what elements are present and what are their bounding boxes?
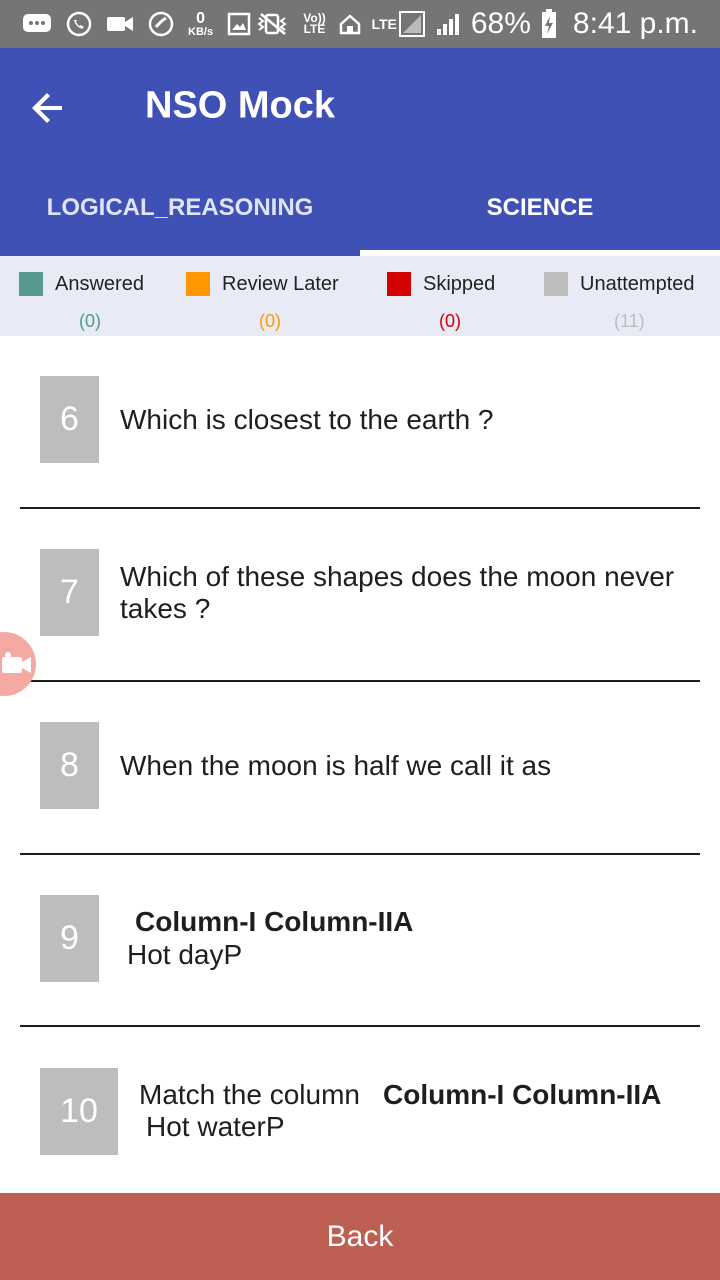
tab-science[interactable]: SCIENCE [360, 160, 720, 256]
question-text: Which is closest to the earth ? [120, 404, 494, 435]
question-text: Hot waterP [146, 1111, 285, 1142]
whatsapp-icon [66, 9, 92, 39]
gallery-icon [227, 9, 251, 39]
legend-skipped: Skipped [387, 272, 495, 296]
legend-label: Answered [55, 272, 144, 295]
volte-icon: Vo)) LTE [303, 11, 326, 36]
question-text: Which of these shapes does the moon neve… [120, 561, 675, 624]
review-later-count: (0) [259, 311, 281, 331]
question-item[interactable]: 9 Column-I Column-IIA Hot dayP [0, 855, 720, 1027]
review-later-swatch [186, 272, 210, 296]
question-number: 8 [40, 722, 99, 809]
video-camera-icon [2, 652, 31, 673]
back-button[interactable]: Back [0, 1193, 720, 1280]
legend-review-later: Review Later [186, 272, 339, 296]
question-number: 10 [40, 1068, 118, 1155]
legend-label: Unattempted [580, 272, 695, 295]
question-item[interactable]: 7 Which of these shapes does the moon ne… [0, 509, 720, 681]
battery-charging-icon [541, 9, 557, 39]
question-text: Match the column [139, 1079, 360, 1110]
answered-count: (0) [79, 311, 101, 331]
unattempted-count: (11) [614, 311, 645, 331]
battery-percent: 68% [470, 7, 531, 40]
legend-unattempted: Unattempted [544, 272, 695, 296]
home-signal-icon [339, 9, 361, 39]
page-title: NSO Mock [145, 84, 336, 127]
clock: 8:41 p.m. [572, 7, 698, 40]
skipped-count: (0) [439, 311, 461, 331]
question-text: When the moon is half we call it as [120, 750, 552, 781]
tab-logical-reasoning[interactable]: LOGICAL_REASONING [0, 160, 360, 256]
unattempted-swatch [544, 272, 568, 296]
legend-label: Skipped [423, 272, 496, 295]
answered-swatch [19, 272, 43, 296]
question-item[interactable]: 6 Which is closest to the earth ? [0, 336, 720, 508]
question-text-bold: Column-I Column-IIA [383, 1079, 662, 1110]
lte-signal-icon: LTE [371, 9, 425, 39]
video-camera-icon [106, 9, 134, 39]
status-legend: Answered (0) Review Later (0) Skipped (0… [0, 256, 720, 336]
skipped-swatch [387, 272, 411, 296]
question-text: Hot dayP [127, 939, 243, 970]
question-number: 9 [40, 895, 99, 982]
arrow-back-icon[interactable] [26, 84, 74, 132]
vibrate-mute-icon [255, 9, 289, 39]
chat-bubble-icon [22, 9, 52, 39]
call-icon [148, 9, 174, 39]
app-bar: NSO Mock LOGICAL_REASONING SCIENCE [0, 48, 720, 256]
status-bar: 0 KB/s Vo)) LTE LTE 68% 8:41 p.m. [0, 0, 720, 48]
question-text-bold: Column-I Column-IIA [135, 906, 414, 937]
question-number: 7 [40, 549, 99, 636]
legend-answered: Answered [19, 272, 144, 296]
signal-strength-icon [435, 9, 461, 39]
question-item[interactable]: 8 When the moon is half we call it as [0, 682, 720, 854]
data-speed-indicator: 0 KB/s [188, 9, 214, 38]
question-item[interactable]: 10 Match the column Column-I Column-IIA … [0, 1027, 720, 1193]
legend-label: Review Later [222, 272, 339, 295]
question-number: 6 [40, 376, 99, 463]
